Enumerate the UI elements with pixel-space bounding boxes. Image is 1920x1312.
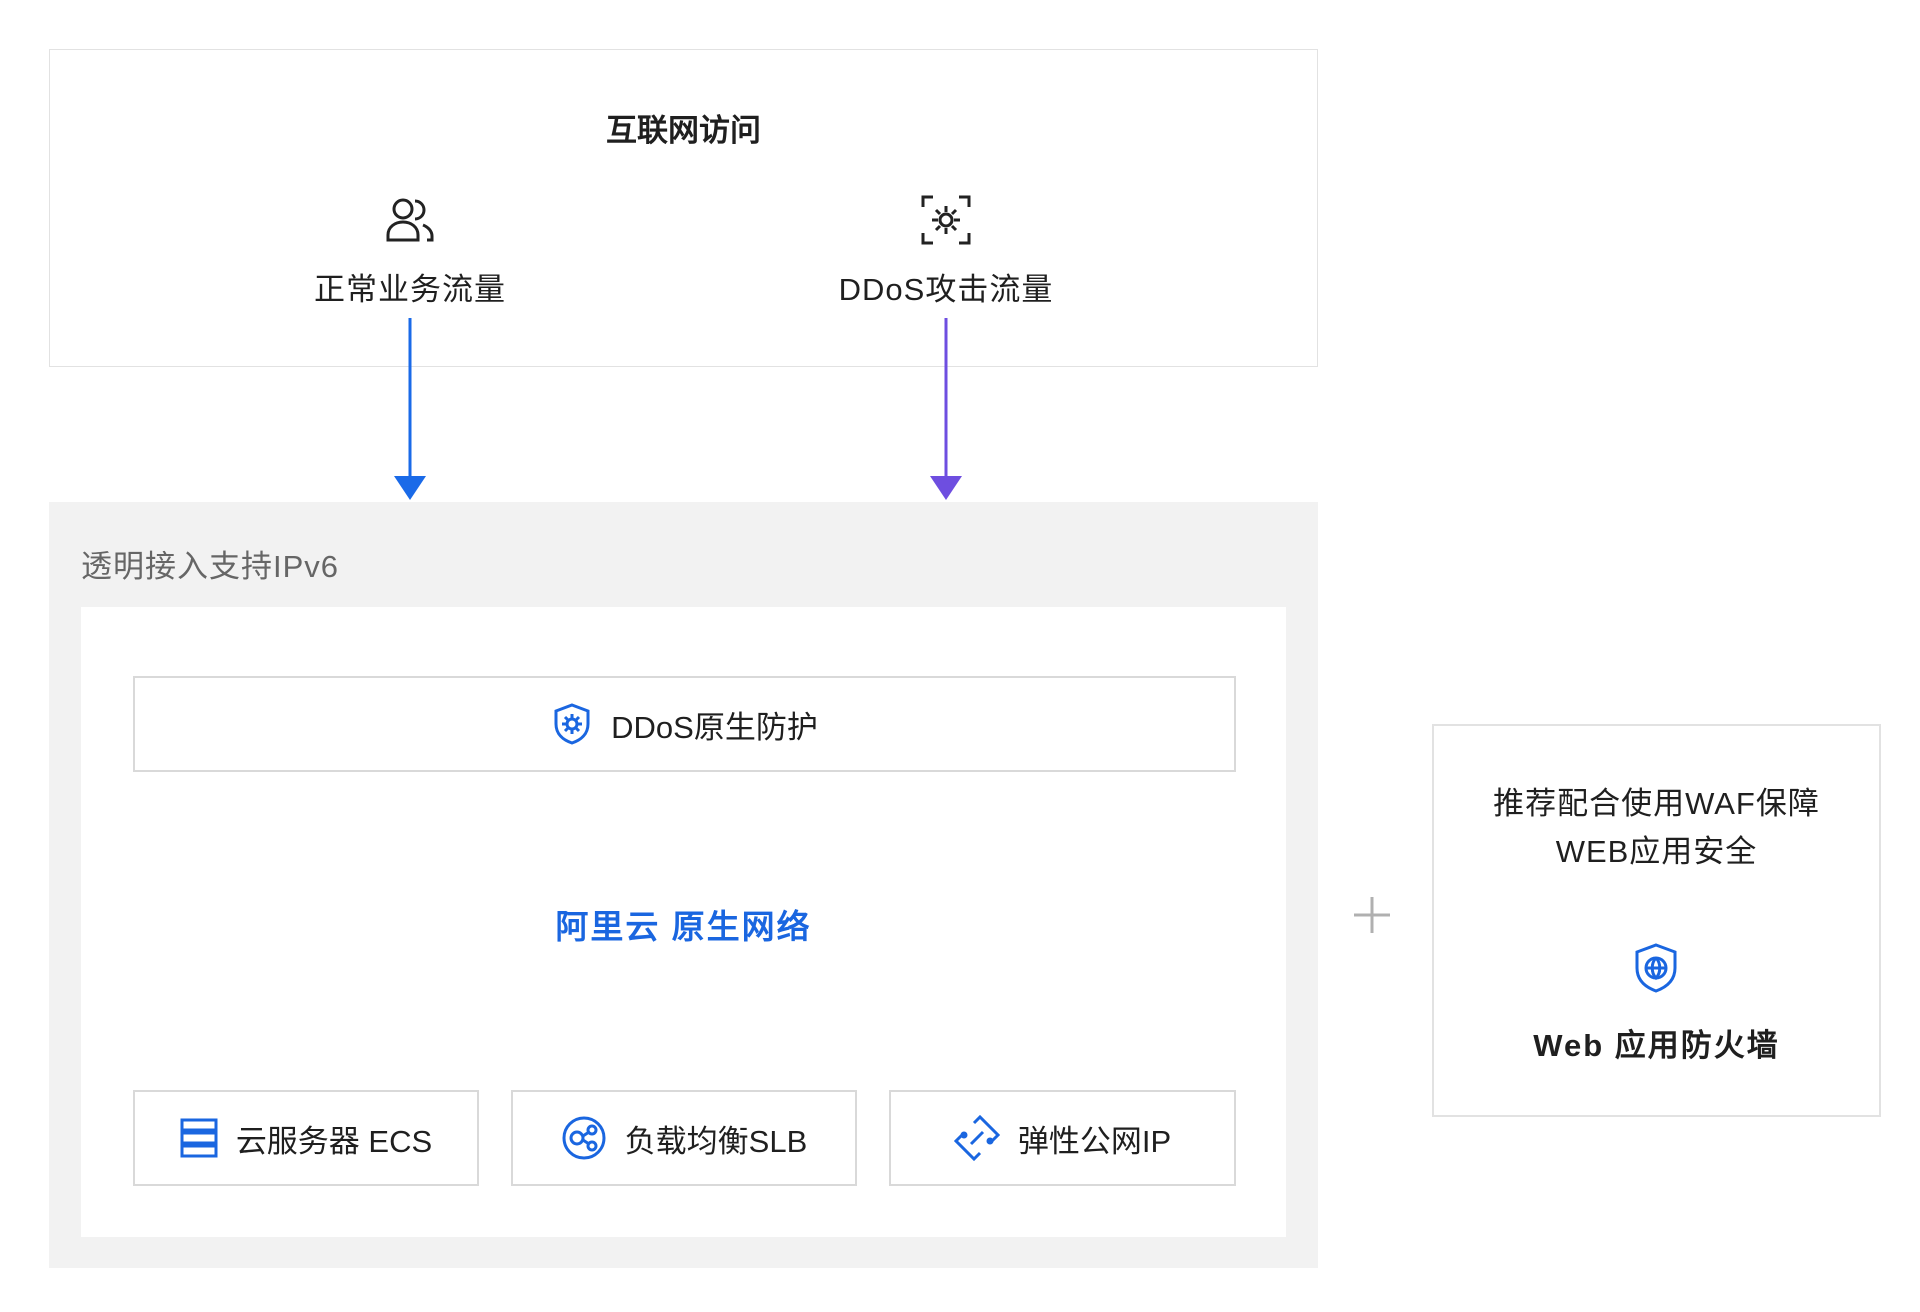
shield-globe-icon (1635, 943, 1677, 993)
ddos-traffic-source: DDoS攻击流量 (766, 194, 1126, 309)
ddos-traffic-arrow (930, 318, 962, 500)
service-eip-label: 弹性公网IP (1017, 1123, 1172, 1159)
ddos-traffic-label: DDoS攻击流量 (838, 272, 1054, 307)
users-icon (386, 198, 434, 242)
plus-icon (1354, 897, 1390, 933)
service-eip-box: 弹性公网IP (889, 1090, 1236, 1186)
ipv6-support-label: 透明接入支持IPv6 (81, 549, 340, 584)
native-network-label: 阿里云 原生网络 (555, 908, 812, 945)
server-icon (180, 1118, 218, 1158)
normal-traffic-label: 正常业务流量 (314, 272, 506, 307)
service-ecs-label: 云服务器 ECS (235, 1123, 433, 1159)
waf-recommend-line1: 推荐配合使用WAF保障 (1493, 786, 1820, 821)
link-icon (953, 1115, 1000, 1161)
service-slb-box: 负载均衡SLB (511, 1090, 857, 1186)
ddos-protection-label: DDoS原生防护 (611, 709, 818, 745)
waf-recommend-line2: WEB应用安全 (1555, 834, 1758, 869)
service-slb-label: 负载均衡SLB (624, 1123, 808, 1159)
shield-gear-icon (554, 703, 590, 745)
ddos-protection-box: DDoS原生防护 (133, 676, 1236, 772)
load-balancer-icon (562, 1116, 606, 1160)
service-ecs-box: 云服务器 ECS (133, 1090, 479, 1186)
internet-access-title: 互联网访问 (606, 113, 761, 148)
waf-title: Web 应用防火墙 (1533, 1028, 1780, 1063)
normal-traffic-arrow (394, 318, 426, 500)
normal-traffic-source: 正常业务流量 (230, 194, 590, 309)
virus-scan-icon (921, 195, 971, 245)
